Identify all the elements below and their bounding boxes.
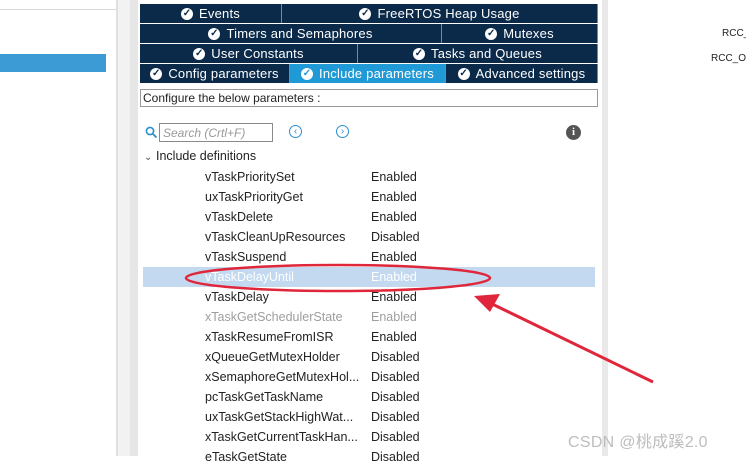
previous-result-button[interactable]: ‹ <box>289 125 302 138</box>
param-value[interactable]: Disabled <box>371 390 420 404</box>
tab-mutexes[interactable]: ✓ Mutexes <box>442 24 598 43</box>
left-pane <box>0 0 118 456</box>
param-name: eTaskGetState <box>205 450 287 464</box>
param-value[interactable]: Disabled <box>371 450 420 464</box>
param-name: pcTaskGetTaskName <box>205 390 324 404</box>
tab-freertos-heap-usage[interactable]: ✓ FreeRTOS Heap Usage <box>282 4 598 23</box>
param-value[interactable]: Disabled <box>371 350 420 364</box>
tab-events[interactable]: ✓ Events <box>140 4 282 23</box>
search-toolbar: ‹ › i <box>138 122 602 144</box>
tab-label: Events <box>199 6 240 21</box>
tab-label: Mutexes <box>503 26 554 41</box>
table-row[interactable]: vTaskDelete Enabled <box>138 207 598 227</box>
param-value[interactable]: Enabled <box>371 330 417 344</box>
info-icon[interactable]: i <box>566 125 581 140</box>
check-icon: ✓ <box>193 47 206 60</box>
table-row[interactable]: eTaskGetState Disabled <box>138 447 598 467</box>
param-value[interactable]: Enabled <box>371 190 417 204</box>
param-name: uxTaskGetStackHighWat... <box>205 410 354 424</box>
next-result-button[interactable]: › <box>336 125 349 138</box>
param-name: vTaskPrioritySet <box>205 170 295 184</box>
param-value[interactable]: Enabled <box>371 210 417 224</box>
param-name: vTaskSuspend <box>205 250 287 264</box>
param-name: xQueueGetMutexHolder <box>205 350 340 364</box>
check-icon: ✓ <box>457 67 470 80</box>
watermark: CSDN @桃成蹊2.0 <box>568 434 708 451</box>
check-icon: ✓ <box>150 67 163 80</box>
search-icon <box>145 126 158 139</box>
param-value[interactable]: Disabled <box>371 410 420 424</box>
tab-user-constants[interactable]: ✓ User Constants <box>140 44 358 63</box>
table-row[interactable]: pcTaskGetTaskName Disabled <box>138 387 598 407</box>
divider <box>0 9 118 10</box>
param-name: xSemaphoreGetMutexHol... <box>205 370 360 384</box>
table-row[interactable]: uxTaskGetStackHighWat... Disabled <box>138 407 598 427</box>
param-value[interactable]: Enabled <box>371 170 417 184</box>
check-icon: ✓ <box>413 47 426 60</box>
param-name: xTaskResumeFromISR <box>205 330 334 344</box>
group-label: Include definitions <box>156 149 257 163</box>
splitter-edge <box>130 0 138 456</box>
rcc-label: RCC_ <box>722 28 746 39</box>
param-value[interactable]: Disabled <box>371 370 420 384</box>
param-value[interactable]: Disabled <box>371 430 420 444</box>
check-icon: ✓ <box>485 27 498 40</box>
param-name: xTaskGetCurrentTaskHan... <box>205 430 358 444</box>
param-name: vTaskCleanUpResources <box>205 230 346 244</box>
configure-label: Configure the below parameters : <box>140 89 598 107</box>
annotation-arrow-icon <box>474 294 654 384</box>
rcc-label: RCC_O <box>711 53 746 64</box>
tab-config-parameters[interactable]: ✓ Config parameters <box>140 64 290 83</box>
table-row[interactable]: vTaskPrioritySet Enabled <box>138 167 598 187</box>
tab-timers-and-semaphores[interactable]: ✓ Timers and Semaphores <box>140 24 442 43</box>
search-input[interactable] <box>159 123 273 142</box>
param-name: uxTaskPriorityGet <box>205 190 303 204</box>
tab-include-parameters[interactable]: ✓ Include parameters <box>290 64 446 83</box>
tab-label: Config parameters <box>168 66 279 81</box>
highlight-ellipse <box>184 263 492 293</box>
param-value[interactable]: Disabled <box>371 230 420 244</box>
param-value: Enabled <box>371 310 417 324</box>
table-row[interactable]: uxTaskPriorityGet Enabled <box>138 187 598 207</box>
group-include-definitions[interactable]: ⌄ Include definitions <box>144 149 256 163</box>
tab-label: Tasks and Queues <box>431 46 542 61</box>
tab-tasks-and-queues[interactable]: ✓ Tasks and Queues <box>358 44 598 63</box>
param-value[interactable]: Enabled <box>371 250 417 264</box>
tab-label: Advanced settings <box>475 66 586 81</box>
tab-bar: ✓ Events ✓ FreeRTOS Heap Usage ✓ Timers and… <box>140 4 598 84</box>
chevron-down-icon[interactable]: ⌄ <box>144 152 156 163</box>
param-name: vTaskDelete <box>205 210 274 224</box>
check-icon: ✓ <box>181 7 194 20</box>
param-name: xTaskGetSchedulerState <box>205 310 343 324</box>
tab-advanced-settings[interactable]: ✓ Advanced settings <box>446 64 598 83</box>
tab-label: Include parameters <box>319 66 434 81</box>
tab-label: FreeRTOS Heap Usage <box>377 6 520 21</box>
table-row[interactable]: vTaskCleanUpResources Disabled <box>138 227 598 247</box>
check-icon: ✓ <box>208 27 221 40</box>
tab-label: Timers and Semaphores <box>226 26 373 41</box>
check-icon: ✓ <box>301 67 314 80</box>
selected-tree-item[interactable] <box>0 54 106 72</box>
table-row[interactable]: xTaskGetCurrentTaskHan... Disabled <box>138 427 598 447</box>
tab-label: User Constants <box>211 46 304 61</box>
check-icon: ✓ <box>359 7 372 20</box>
